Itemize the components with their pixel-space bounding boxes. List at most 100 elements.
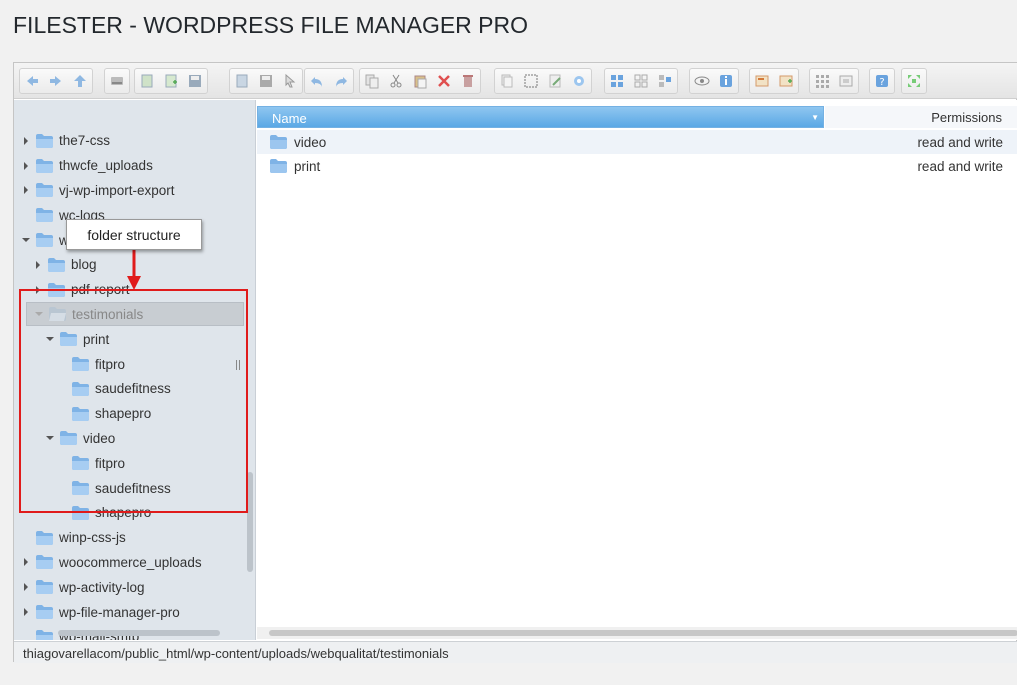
toolbar-group — [229, 68, 303, 94]
extract-icon — [755, 75, 769, 87]
toolbar-group — [304, 68, 354, 94]
expand-arrow-icon[interactable] — [20, 581, 32, 593]
redo-button[interactable] — [330, 70, 352, 92]
select-icon — [285, 73, 296, 88]
cut-button[interactable] — [385, 70, 407, 92]
archive-button[interactable] — [775, 70, 797, 92]
tree-node-smile_fonts[interactable]: smile_fonts — [20, 100, 127, 103]
help-button[interactable]: ? — [871, 70, 893, 92]
tree-node-thwcfe_uploads[interactable]: thwcfe_uploads — [20, 154, 153, 178]
permissions-column-label: Permissions — [931, 110, 1002, 125]
paste-button[interactable] — [409, 70, 431, 92]
back-button[interactable] — [21, 70, 43, 92]
preview-icon — [694, 76, 710, 86]
columns-icon — [659, 75, 671, 87]
up-button[interactable] — [69, 70, 91, 92]
folder-icon — [36, 133, 53, 148]
resize-icon — [839, 75, 853, 87]
copy-icon — [365, 74, 379, 89]
edit-button[interactable] — [544, 70, 566, 92]
new-file-button[interactable] — [136, 70, 158, 92]
save-icon — [189, 75, 201, 87]
tree-node-blog[interactable]: blog — [32, 253, 97, 277]
resize-button[interactable] — [835, 70, 857, 92]
expand-arrow-icon[interactable] — [20, 160, 32, 172]
copy-button[interactable] — [361, 70, 383, 92]
folder-icon — [36, 530, 53, 545]
open-button[interactable] — [231, 70, 253, 92]
expand-arrow-icon[interactable] — [20, 606, 32, 618]
sort-down-icon: ▼ — [811, 113, 819, 122]
trash-icon — [463, 75, 473, 87]
trash-button[interactable] — [457, 70, 479, 92]
tree-node-label: vj-wp-import-export — [59, 182, 175, 198]
new-folder-icon — [165, 74, 177, 88]
tree-node-woocommerce_uploads[interactable]: woocommerce_uploads — [20, 550, 202, 574]
annotation-arrow — [127, 248, 141, 290]
save-as-button[interactable] — [255, 70, 277, 92]
preview-button[interactable] — [691, 70, 713, 92]
name-column-header[interactable]: Name ▼ — [257, 106, 824, 128]
folder-icon — [36, 183, 53, 198]
edit-icon — [549, 74, 561, 88]
redo-icon — [336, 77, 347, 87]
up-icon — [74, 75, 86, 87]
delete-button[interactable] — [433, 70, 455, 92]
tree-hscroll-thumb[interactable] — [58, 630, 220, 636]
extract-button[interactable] — [751, 70, 773, 92]
columns-button[interactable] — [654, 70, 676, 92]
info-button[interactable] — [715, 70, 737, 92]
tree-node-wp-file-manager-pro[interactable]: wp-file-manager-pro — [20, 600, 180, 624]
new-file-icon — [141, 74, 153, 88]
fullscreen-button[interactable] — [903, 70, 925, 92]
select-button[interactable] — [279, 70, 301, 92]
file-row-video[interactable]: video read and write — [257, 130, 1017, 154]
folder-icon — [36, 605, 53, 619]
open-icon — [236, 74, 248, 88]
tree-node-label: winp-css-js — [59, 530, 126, 546]
folder-icon — [36, 555, 53, 570]
tree-node-wp-activity-log[interactable]: wp-activity-log — [20, 575, 145, 599]
archive-icon — [779, 75, 793, 87]
main-hscroll-thumb[interactable] — [269, 630, 1017, 636]
rename-button[interactable] — [568, 70, 590, 92]
file-row-print[interactable]: print read and write — [257, 154, 1017, 178]
duplicate-button[interactable] — [496, 70, 518, 92]
grid-icon — [816, 75, 829, 88]
tree-node-winp-css-js[interactable]: winp-css-js — [20, 526, 126, 550]
select-all-button[interactable] — [520, 70, 542, 92]
permissions-column-header[interactable]: Permissions — [825, 106, 1017, 128]
toolbar-group: ? — [869, 68, 895, 94]
tree-horizontal-scrollbar[interactable] — [14, 627, 244, 639]
expand-arrow-icon[interactable] — [32, 259, 44, 271]
tree-node-label: thwcfe_uploads — [59, 158, 153, 174]
file-list-pane: Name ▼ Permissions video read and write … — [257, 100, 1017, 640]
undo-button[interactable] — [306, 70, 328, 92]
tree-node-the7-css[interactable]: the7-css — [20, 129, 110, 153]
tree-node-vj-wp-import-export[interactable]: vj-wp-import-export — [20, 178, 175, 202]
save-as-icon — [260, 75, 272, 87]
save-button[interactable] — [184, 70, 206, 92]
forward-button[interactable] — [45, 70, 67, 92]
forward-icon — [50, 76, 61, 86]
delete-icon — [438, 75, 450, 87]
expand-arrow-icon[interactable] — [20, 556, 32, 568]
tree-node-label: wp-file-manager-pro — [59, 604, 180, 620]
toolbar-group — [494, 68, 592, 94]
expand-arrow-icon[interactable] — [20, 184, 32, 196]
grid-button[interactable] — [811, 70, 833, 92]
toolbar-group — [359, 68, 481, 94]
main-horizontal-scrollbar[interactable] — [257, 627, 1017, 639]
folder-icon — [270, 159, 287, 173]
expand-arrow-icon[interactable] — [20, 135, 32, 147]
file-permissions: read and write — [917, 134, 1003, 150]
file-permissions: read and write — [917, 158, 1003, 174]
new-folder-button[interactable] — [160, 70, 182, 92]
toolbar-group — [809, 68, 859, 94]
icons-view-button[interactable] — [606, 70, 628, 92]
list-view-button[interactable] — [630, 70, 652, 92]
toolbar-group — [749, 68, 799, 94]
collapse-arrow-icon[interactable] — [20, 234, 32, 246]
hdd-button[interactable] — [106, 70, 128, 92]
